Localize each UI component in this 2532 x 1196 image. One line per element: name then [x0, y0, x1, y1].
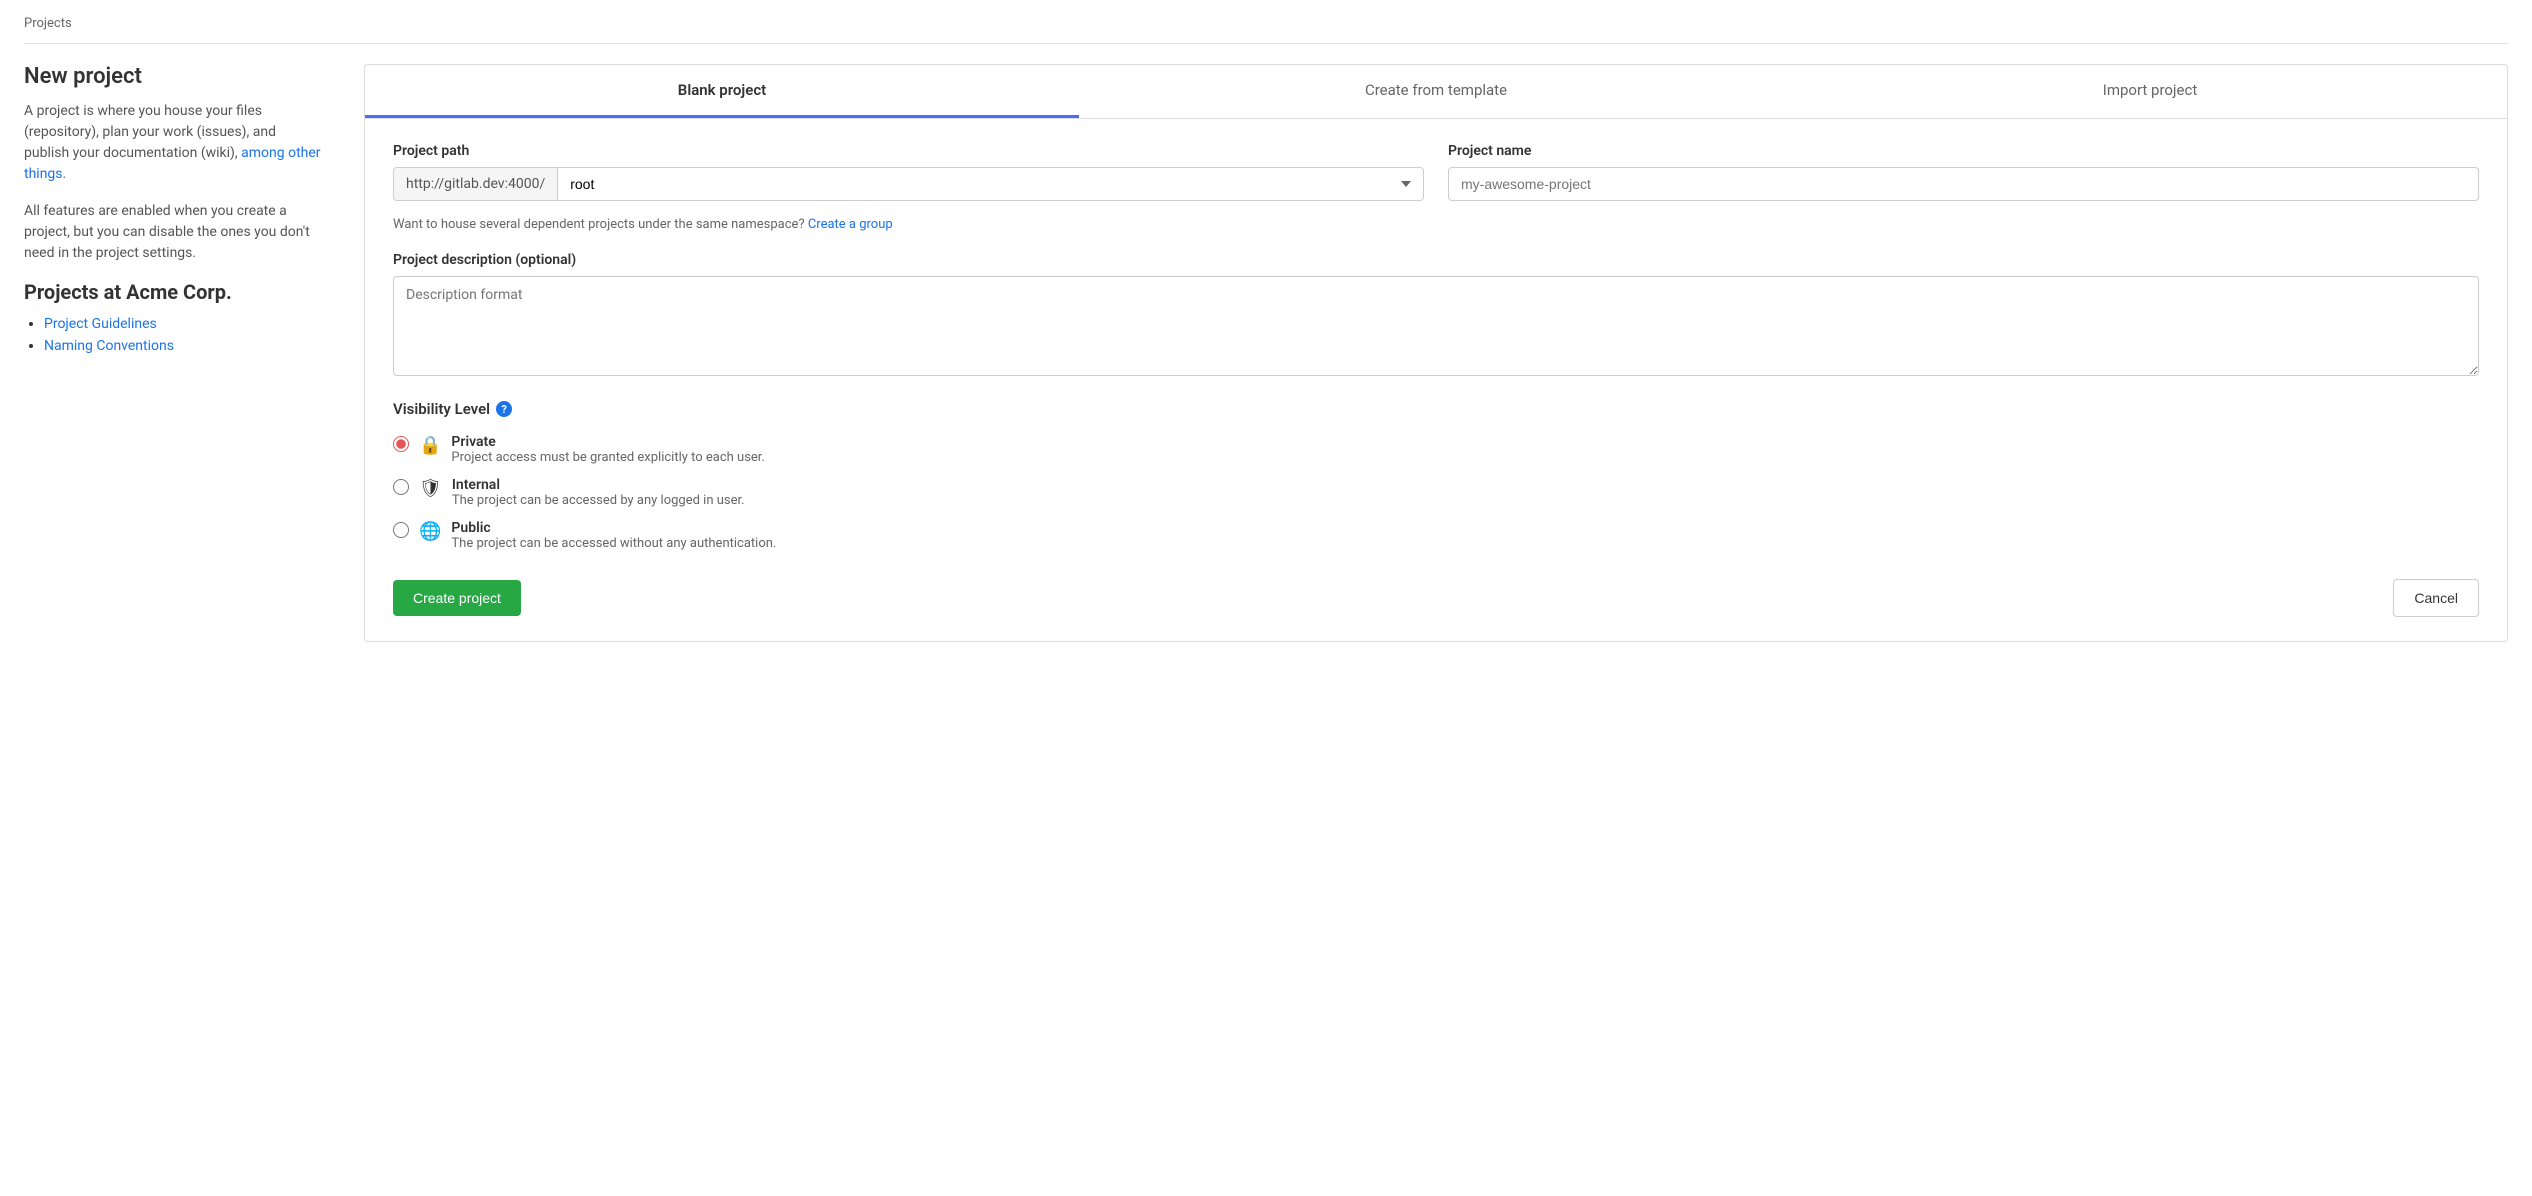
visibility-option-internal: 🛡 Internal The project can be accessed b… [393, 477, 2479, 508]
sidebar-links: Project Guidelines Naming Conventions [24, 316, 324, 354]
tabs-bar: Blank project Create from template Impor… [365, 65, 2507, 119]
path-input-container: http://gitlab.dev:4000/ root [393, 167, 1424, 201]
shield-icon: 🛡 [419, 478, 442, 499]
visibility-option-private: 🔒 Private Project access must be granted… [393, 434, 2479, 465]
visibility-name-private: Private [451, 434, 764, 450]
tab-create-from-template[interactable]: Create from template [1079, 65, 1793, 118]
path-name-row: Project path http://gitlab.dev:4000/ roo… [393, 143, 2479, 201]
visibility-help-icon[interactable]: ? [496, 401, 512, 417]
visibility-options: 🔒 Private Project access must be granted… [393, 434, 2479, 551]
visibility-name-public: Public [451, 520, 776, 536]
project-path-group: Project path http://gitlab.dev:4000/ roo… [393, 143, 1424, 201]
naming-conventions-link[interactable]: Naming Conventions [44, 338, 174, 354]
visibility-desc-private: Project access must be granted explicitl… [451, 450, 764, 465]
lock-icon: 🔒 [419, 435, 441, 456]
description-textarea[interactable] [393, 276, 2479, 376]
tab-blank-project[interactable]: Blank project [365, 65, 1079, 118]
project-name-group: Project name [1448, 143, 2479, 201]
description-group: Project description (optional) [393, 252, 2479, 376]
visibility-radio-private[interactable] [393, 436, 409, 452]
main-panel: Blank project Create from template Impor… [364, 64, 2508, 642]
path-prefix: http://gitlab.dev:4000/ [394, 168, 558, 200]
project-name-input[interactable] [1448, 167, 2479, 201]
sidebar-subheading: Projects at Acme Corp. [24, 280, 324, 304]
project-guidelines-link[interactable]: Project Guidelines [44, 316, 157, 332]
sidebar-heading: New project [24, 64, 324, 89]
form-actions: Create project Cancel [393, 579, 2479, 617]
description-label: Project description (optional) [393, 252, 2479, 268]
sidebar-description-1: A project is where you house your files … [24, 101, 324, 185]
project-path-label: Project path [393, 143, 1424, 159]
form-body: Project path http://gitlab.dev:4000/ roo… [365, 119, 2507, 641]
visibility-name-internal: Internal [452, 477, 745, 493]
cancel-button[interactable]: Cancel [2393, 579, 2479, 617]
list-item: Project Guidelines [44, 316, 324, 332]
namespace-help-text: Want to house several dependent projects… [393, 217, 2479, 232]
project-name-label: Project name [1448, 143, 2479, 159]
list-item: Naming Conventions [44, 338, 324, 354]
visibility-section: Visibility Level ? 🔒 Private Project acc… [393, 400, 2479, 551]
create-group-link[interactable]: Create a group [808, 217, 893, 232]
visibility-radio-public[interactable] [393, 522, 409, 538]
visibility-option-public: 🌐 Public The project can be accessed wit… [393, 520, 2479, 551]
visibility-title: Visibility Level [393, 400, 490, 418]
visibility-desc-public: The project can be accessed without any … [451, 536, 776, 551]
visibility-radio-internal[interactable] [393, 479, 409, 495]
sidebar-description-2: All features are enabled when you create… [24, 201, 324, 264]
visibility-desc-internal: The project can be accessed by any logge… [452, 493, 745, 508]
page-breadcrumb: Projects [24, 16, 2508, 44]
globe-icon: 🌐 [419, 521, 441, 542]
tab-import-project[interactable]: Import project [1793, 65, 2507, 118]
namespace-select[interactable]: root [558, 168, 1423, 200]
visibility-label-row: Visibility Level ? [393, 400, 2479, 418]
create-project-button[interactable]: Create project [393, 580, 521, 616]
sidebar: New project A project is where you house… [24, 64, 324, 360]
